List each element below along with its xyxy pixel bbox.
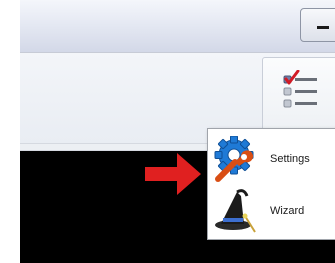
- popup-menu: Settings Wizard: [207, 128, 335, 240]
- title-bar: [20, 0, 335, 53]
- settings-wrench-gear-icon: [211, 135, 259, 184]
- left-edge: [0, 0, 20, 263]
- minimize-icon: [317, 26, 329, 29]
- menu-item-wizard[interactable]: Wizard: [208, 185, 335, 235]
- menu-item-settings[interactable]: Settings: [208, 133, 335, 183]
- red-arrow-icon: [145, 153, 201, 195]
- minimize-button[interactable]: [300, 8, 335, 42]
- wizard-hat-icon: [211, 188, 259, 236]
- application-window: Settings Wizard: [0, 0, 335, 263]
- menu-item-wizard-label: Wizard: [270, 205, 305, 217]
- tasks-menu-button[interactable]: [262, 57, 335, 131]
- menu-item-settings-label: Settings: [270, 153, 310, 165]
- checklist-icon: [283, 70, 317, 108]
